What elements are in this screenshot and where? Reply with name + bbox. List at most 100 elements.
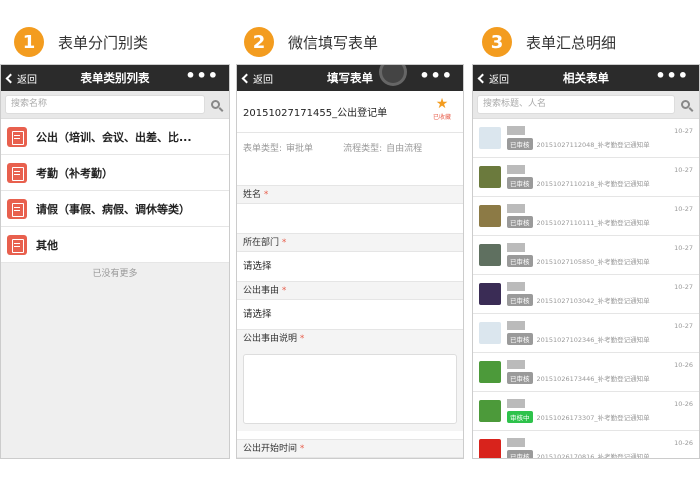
- form-icon: [7, 126, 27, 147]
- label-text: 所在部门: [243, 238, 280, 248]
- search-input[interactable]: 搜索名称: [5, 95, 205, 114]
- stamp-label: 已收藏: [432, 114, 451, 121]
- record-body: 已审核 20151026170816_补考勤登记通知单: [507, 438, 699, 458]
- more-button[interactable]: •••: [419, 65, 453, 87]
- step-title: 微信填写表单: [288, 33, 379, 52]
- record-sender: [507, 126, 525, 135]
- chevron-left-icon: [5, 73, 16, 83]
- record-title: 20151027102346_补考勤登记通知单: [536, 336, 650, 344]
- record-body: 已审核 20151027103042_补考勤登记通知单: [507, 282, 699, 306]
- record-date: 10-27: [674, 127, 693, 135]
- field-label-reason: 公出事由 *: [237, 281, 463, 299]
- more-button[interactable]: •••: [655, 65, 689, 87]
- list-item[interactable]: 审核中 20151026173307_补考勤登记通知单 10-26: [473, 392, 699, 431]
- avatar: [479, 400, 501, 422]
- record-sender: [507, 243, 525, 252]
- record-sender: [507, 282, 525, 291]
- record-body: 已审核 20151026173446_补考勤登记通知单: [507, 360, 699, 384]
- status-badge: 已审核: [507, 333, 533, 345]
- avatar: [479, 322, 501, 344]
- record-title: 20151027103042_补考勤登记通知单: [536, 297, 650, 305]
- floating-button[interactable]: [382, 65, 404, 83]
- reason-select[interactable]: 请选择: [237, 299, 463, 329]
- search-bar: 搜索名称: [1, 91, 229, 119]
- list-item[interactable]: 已审核 20151026170816_补考勤登记通知单 10-26: [473, 431, 699, 458]
- empty-area: [1, 285, 229, 458]
- required-mark: *: [299, 334, 305, 344]
- step-number: 1: [14, 27, 44, 57]
- form-name: 20151027171455_公出登记单: [243, 108, 388, 119]
- status-badge: 已审核: [507, 255, 533, 267]
- no-more-text: 已没有更多: [1, 263, 229, 285]
- navbar: 返回 相关表单 •••: [473, 65, 699, 91]
- form-meta: 表单类型: 审批单 流程类型: 自由流程: [237, 133, 463, 161]
- category-label: 公出（培训、会议、出差、比...: [36, 130, 192, 144]
- record-line: 已审核 20151027105850_补考勤登记通知单: [507, 255, 699, 267]
- search-input[interactable]: 搜索标题、人名: [477, 95, 675, 114]
- label-text: 姓名: [243, 190, 262, 200]
- category-label: 其他: [36, 238, 58, 252]
- record-sender: [507, 399, 525, 408]
- name-input[interactable]: [237, 203, 463, 233]
- record-body: 已审核 20151027112048_补考勤登记通知单: [507, 126, 699, 150]
- list-item[interactable]: 已审核 20151026173446_补考勤登记通知单 10-26: [473, 353, 699, 392]
- record-date: 10-27: [674, 244, 693, 252]
- required-mark: *: [263, 190, 269, 200]
- step-1-header: 1 表单分门别类: [14, 26, 148, 58]
- star-icon: ★: [435, 96, 449, 112]
- status-badge: 审核中: [507, 411, 533, 423]
- spacer: [237, 161, 463, 185]
- list-item[interactable]: 已审核 20151027105850_补考勤登记通知单 10-27: [473, 236, 699, 275]
- category-item[interactable]: 其他: [1, 227, 229, 263]
- list-item[interactable]: 已审核 20151027110111_补考勤登记通知单 10-27: [473, 197, 699, 236]
- form-icon: [7, 162, 27, 183]
- more-button[interactable]: •••: [185, 65, 219, 87]
- back-button[interactable]: 返回: [237, 71, 297, 86]
- status-badge: 已审核: [507, 372, 533, 384]
- phone-related-forms: 返回 相关表单 ••• 搜索标题、人名 已审核 20151027112048_补考…: [472, 64, 700, 459]
- record-title: 20151027110111_补考勤登记通知单: [536, 219, 650, 227]
- record-title: 20151027110218_补考勤登记通知单: [536, 180, 650, 188]
- record-body: 审核中 20151026173307_补考勤登记通知单: [507, 399, 699, 423]
- status-badge: 已审核: [507, 216, 533, 228]
- search-icon[interactable]: [675, 95, 695, 115]
- list-item[interactable]: 已审核 20151027102346_补考勤登记通知单 10-27: [473, 314, 699, 353]
- chevron-left-icon: [477, 73, 488, 83]
- list-item[interactable]: 已审核 20151027110218_补考勤登记通知单 10-27: [473, 158, 699, 197]
- field-label-reason-desc: 公出事由说明 *: [237, 329, 463, 347]
- category-item[interactable]: 公出（培训、会议、出差、比...: [1, 119, 229, 155]
- avatar: [479, 361, 501, 383]
- status-badge: 已审核: [507, 450, 533, 458]
- phone-category-list: 返回 表单类别列表 ••• 搜索名称 公出（培训、会议、出差、比... 考勤（补…: [0, 64, 230, 459]
- record-title: 20151026173446_补考勤登记通知单: [536, 375, 650, 383]
- record-sender: [507, 165, 525, 174]
- step-2-header: 2 微信填写表单: [244, 26, 378, 58]
- back-button[interactable]: 返回: [473, 71, 533, 86]
- required-mark: *: [281, 286, 287, 296]
- favorite-stamp[interactable]: ★ 已收藏: [429, 96, 455, 126]
- step-3-header: 3 表单汇总明细: [482, 26, 616, 58]
- label-text: 公出开始时间: [243, 444, 298, 454]
- record-sender: [507, 204, 525, 213]
- status-badge: 已审核: [507, 177, 533, 189]
- category-label: 请假（事假、病假、调休等类）: [36, 202, 190, 216]
- back-button[interactable]: 返回: [1, 71, 61, 86]
- record-date: 10-26: [674, 439, 693, 447]
- list-item[interactable]: 已审核 20151027103042_补考勤登记通知单 10-27: [473, 275, 699, 314]
- list-item[interactable]: 已审核 20151027112048_补考勤登记通知单 10-27: [473, 119, 699, 158]
- record-body: 已审核 20151027102346_补考勤登记通知单: [507, 321, 699, 345]
- record-date: 10-27: [674, 322, 693, 330]
- reason-desc-textarea[interactable]: [243, 354, 457, 424]
- dept-select[interactable]: 请选择: [237, 251, 463, 281]
- record-title: 20151027112048_补考勤登记通知单: [536, 141, 650, 149]
- form-icon: [7, 234, 27, 255]
- category-item[interactable]: 请假（事假、病假、调休等类）: [1, 191, 229, 227]
- avatar: [479, 127, 501, 149]
- category-item[interactable]: 考勤（补考勤）: [1, 155, 229, 191]
- search-icon[interactable]: [205, 95, 225, 115]
- record-body: 已审核 20151027105850_补考勤登记通知单: [507, 243, 699, 267]
- form-type-value: 审批单: [286, 143, 314, 154]
- status-badge: 已审核: [507, 294, 533, 306]
- navbar: 返回 表单类别列表 •••: [1, 65, 229, 91]
- record-list: 已审核 20151027112048_补考勤登记通知单 10-27 已审核 201510…: [473, 119, 699, 458]
